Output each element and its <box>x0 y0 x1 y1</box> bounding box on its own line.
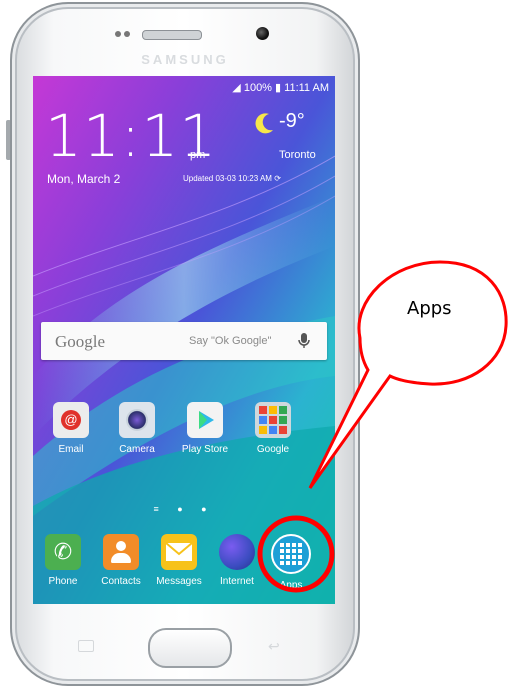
app-label: Google <box>256 444 290 455</box>
camera-icon <box>119 402 155 438</box>
email-icon: @ <box>53 402 89 438</box>
app-label: Email <box>58 444 84 455</box>
home-screen: ◢ 100% ▮ 11:11 AM 11:11 pm Mon, March 2 … <box>33 76 335 604</box>
internet-icon <box>219 534 255 570</box>
proximity-sensor <box>115 31 121 37</box>
weather-city: Toronto <box>279 149 316 161</box>
voice-hint: Say "Ok Google" <box>189 335 272 347</box>
app-google-folder[interactable]: Google <box>241 402 305 455</box>
weather-temperature[interactable]: -9° <box>279 110 305 133</box>
clock-ampm: pm <box>190 149 206 161</box>
app-play-store[interactable]: Play Store <box>173 402 237 455</box>
recent-apps-button[interactable] <box>78 640 94 652</box>
apps-grid-icon <box>271 534 311 574</box>
dock-contacts[interactable]: Contacts <box>89 534 153 587</box>
page-indicator[interactable]: ≡ ● ● <box>33 504 335 514</box>
microphone-icon[interactable] <box>297 332 311 350</box>
app-label: Messages <box>156 576 202 587</box>
dock-apps[interactable]: Apps <box>259 534 323 591</box>
front-camera <box>256 27 269 40</box>
light-sensor <box>124 31 130 37</box>
status-bar: ◢ 100% ▮ 11:11 AM <box>232 81 329 94</box>
app-email[interactable]: @ Email <box>39 402 103 455</box>
contacts-icon <box>103 534 139 570</box>
brand-logo: SAMSUNG <box>141 52 229 67</box>
google-folder-icon <box>255 402 291 438</box>
app-label: Contacts <box>101 576 141 587</box>
earpiece-speaker <box>142 30 202 40</box>
app-label: Apps <box>279 580 303 591</box>
refresh-icon[interactable]: ⟳ <box>274 174 281 183</box>
signal-icon: ◢ <box>232 82 241 94</box>
dock-messages[interactable]: Messages <box>147 534 211 587</box>
weather-updated-text: Updated 03-03 10:23 AM <box>183 174 272 183</box>
app-label: Phone <box>48 576 78 587</box>
clock-date: Mon, March 2 <box>47 172 121 186</box>
messages-icon <box>161 534 197 570</box>
app-label: Play Store <box>181 444 229 455</box>
play-store-icon <box>187 402 223 438</box>
battery-icon: ▮ <box>275 82 282 94</box>
weather-updated: Updated 03-03 10:23 AM ⟳ <box>183 174 281 183</box>
back-button[interactable]: ↩ <box>268 638 280 655</box>
phone-icon: ✆ <box>45 534 81 570</box>
app-camera[interactable]: Camera <box>105 402 169 455</box>
status-time: 11:11 AM <box>284 82 329 94</box>
app-label: Camera <box>119 444 155 455</box>
google-logo: Google <box>55 332 106 351</box>
battery-level: 100% <box>243 82 272 94</box>
home-button[interactable] <box>148 628 232 668</box>
callout-label: Apps <box>407 298 452 319</box>
google-search-bar[interactable]: Google Say "Ok Google" <box>41 322 327 360</box>
dock-phone[interactable]: ✆ Phone <box>33 534 95 587</box>
moon-icon <box>255 113 273 134</box>
